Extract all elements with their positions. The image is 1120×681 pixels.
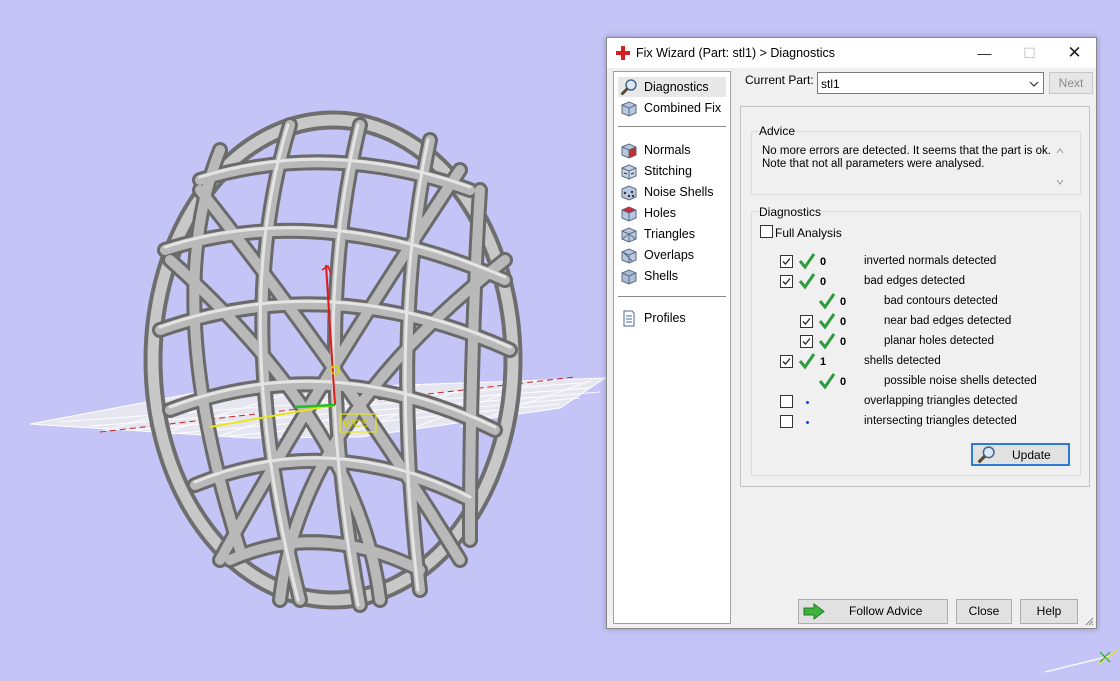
nav-item-normals[interactable]: Normals (618, 140, 726, 160)
maximize-button[interactable]: ☐ (1007, 38, 1052, 68)
row-label: overlapping triangles detected (864, 395, 1018, 407)
row-label: inverted normals detected (864, 255, 997, 267)
checkmark-icon (782, 278, 791, 285)
close-button[interactable]: Close (956, 599, 1012, 624)
row-checkbox[interactable] (780, 395, 793, 408)
nav-item-overlaps[interactable]: Overlaps (618, 245, 726, 265)
row-checkbox[interactable] (780, 355, 793, 368)
magnifier-icon (620, 79, 637, 96)
advice-line-1: No more errors are detected. It seems th… (762, 145, 1051, 157)
nav-item-diagnostics[interactable]: Diagnostics (618, 77, 726, 97)
wcs-label: WCS (343, 418, 369, 430)
current-part-value: stl1 (821, 77, 840, 91)
row-count: 0 (840, 296, 847, 308)
ok-check-icon (798, 253, 816, 270)
advice-line-2: Note that not all parameters were analys… (762, 158, 985, 170)
overlaps-cube-icon (621, 248, 637, 264)
ok-check-icon (818, 333, 836, 350)
not-analysed-dot-icon (806, 421, 809, 424)
nav-item-profiles[interactable]: Profiles (618, 308, 726, 328)
minimize-button[interactable]: — (962, 38, 1007, 68)
row-label: shells detected (864, 355, 941, 367)
update-label: Update (1012, 448, 1051, 462)
row-label: intersecting triangles detected (864, 415, 1017, 427)
nav-item-shells[interactable]: Shells (618, 266, 726, 286)
shells-cube-icon (621, 269, 637, 285)
ok-check-icon (798, 273, 816, 290)
noise-shells-cube-icon (621, 185, 637, 201)
row-count: 0 (840, 376, 847, 388)
row-label: planar holes detected (884, 335, 994, 347)
row-count: 0 (820, 276, 827, 288)
nav-item-holes[interactable]: Holes (618, 203, 726, 223)
magnifier-icon (977, 446, 995, 464)
current-part-select[interactable]: stl1 (817, 72, 1044, 94)
nav-item-stitching[interactable]: Stitching (618, 161, 726, 181)
nav-separator (618, 126, 726, 127)
row-checkbox[interactable] (780, 415, 793, 428)
follow-advice-button[interactable]: Follow Advice (798, 599, 948, 624)
row-count: 0 (840, 336, 847, 348)
row-label: bad contours detected (884, 295, 998, 307)
resize-grip-icon[interactable] (1084, 616, 1094, 626)
next-button[interactable]: Next (1049, 72, 1093, 94)
nav-separator (618, 296, 726, 297)
row-checkbox[interactable] (780, 275, 793, 288)
current-part-label: Current Part: (745, 73, 814, 87)
full-analysis-label: Full Analysis (775, 226, 842, 240)
ok-check-icon (818, 293, 836, 310)
row-label: near bad edges detected (884, 315, 1012, 327)
dialog-titlebar[interactable]: Fix Wizard (Part: stl1) > Diagnostics — … (607, 38, 1096, 68)
chevron-down-icon (1029, 81, 1039, 87)
nav-item-noise-shells[interactable]: Noise Shells (618, 182, 726, 202)
row-checkbox[interactable] (800, 315, 813, 328)
close-window-button[interactable]: ✕ (1052, 38, 1097, 68)
update-button[interactable]: Update (971, 443, 1070, 466)
stitching-cube-icon (621, 164, 637, 180)
ok-check-icon (798, 353, 816, 370)
checkmark-icon (782, 258, 791, 265)
scroll-down-icon[interactable] (1055, 177, 1065, 187)
wizard-nav: Diagnostics Combined Fix Normals Stitchi… (613, 71, 731, 624)
corner-axis-indicator (1044, 649, 1119, 673)
document-icon (623, 310, 635, 327)
row-count: 0 (820, 256, 827, 268)
scroll-up-icon[interactable] (1055, 146, 1065, 156)
row-count: 0 (840, 316, 847, 328)
row-count: 1 (820, 356, 827, 368)
advice-text: No more errors are detected. It seems th… (762, 145, 1052, 171)
row-checkbox[interactable] (780, 255, 793, 268)
nav-item-combined-fix[interactable]: Combined Fix (618, 98, 726, 118)
full-analysis-checkbox[interactable] (760, 225, 773, 238)
ok-check-icon (818, 373, 836, 390)
arrow-right-icon (803, 603, 825, 620)
follow-advice-label: Follow Advice (849, 604, 923, 618)
checkmark-icon (802, 338, 811, 345)
normals-cube-icon (621, 143, 637, 159)
row-label: bad edges detected (864, 275, 966, 287)
nav-item-triangles[interactable]: Triangles (618, 224, 726, 244)
advice-title: Advice (759, 124, 796, 138)
help-button[interactable]: Help (1020, 599, 1078, 624)
diagnostics-title: Diagnostics (759, 205, 822, 219)
triangles-cube-icon (621, 227, 637, 243)
checkmark-icon (802, 318, 811, 325)
checkmark-icon (782, 358, 791, 365)
app-cross-icon (616, 46, 630, 60)
fix-wizard-dialog: Fix Wizard (Part: stl1) > Diagnostics — … (606, 37, 1097, 629)
not-analysed-dot-icon (806, 401, 809, 404)
ok-check-icon (818, 313, 836, 330)
row-checkbox[interactable] (800, 335, 813, 348)
cube-icon (621, 101, 637, 117)
dialog-title: Fix Wizard (Part: stl1) > Diagnostics (636, 46, 836, 60)
row-label: possible noise shells detected (884, 375, 1037, 387)
holes-cube-icon (621, 206, 637, 222)
